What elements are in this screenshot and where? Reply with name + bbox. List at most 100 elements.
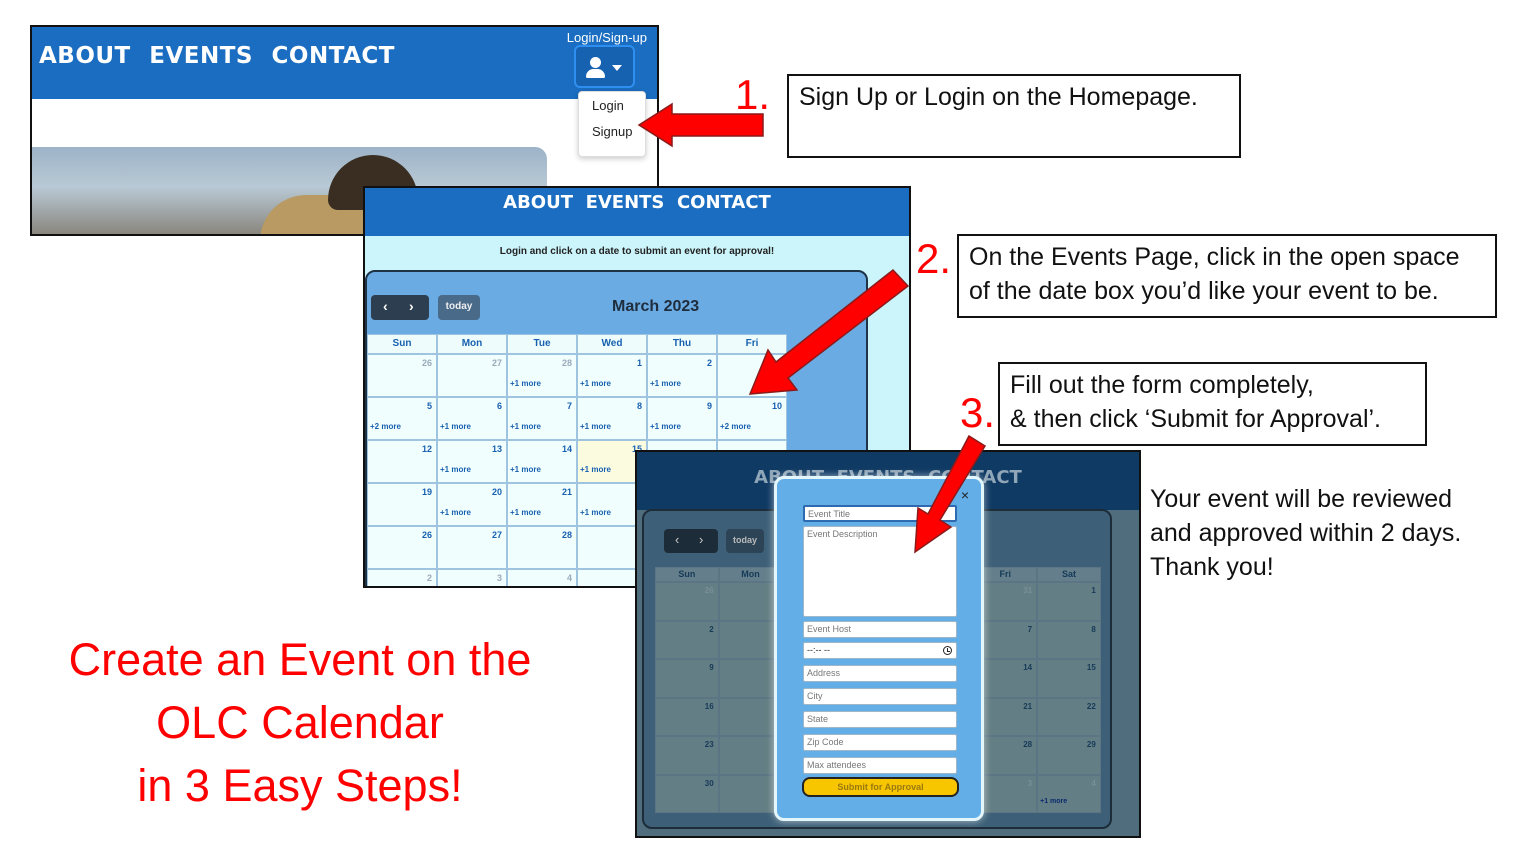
top-nav: ABOUT EVENTS CONTACT Login/Sign-up xyxy=(32,27,657,99)
more-events-link[interactable]: +1 more xyxy=(440,465,471,474)
nav-events[interactable]: EVENTS xyxy=(586,192,665,213)
date-cell[interactable]: 2 xyxy=(655,620,719,659)
more-events-link[interactable]: +1 more xyxy=(580,379,611,388)
date-cell[interactable]: 15 xyxy=(1037,659,1101,698)
date-cell[interactable] xyxy=(718,774,783,813)
date-cell[interactable]: 9 +1 more xyxy=(647,397,717,440)
date-number: 20 xyxy=(491,487,502,497)
date-cell[interactable]: 14 +1 more xyxy=(507,440,577,483)
day-header: Fri xyxy=(717,334,787,354)
more-events-link[interactable]: +2 more xyxy=(370,422,401,431)
more-events-link[interactable]: +1 more xyxy=(650,422,681,431)
next-month-icon[interactable]: › xyxy=(699,532,703,547)
date-number: 22 xyxy=(1086,701,1096,711)
step1-text: Sign Up or Login on the Homepage. xyxy=(799,83,1198,111)
date-cell[interactable]: 27 xyxy=(437,354,507,397)
date-cell[interactable] xyxy=(718,620,783,659)
clock-icon[interactable] xyxy=(943,646,952,655)
date-cell[interactable]: 27 xyxy=(437,526,507,569)
today-button[interactable]: today xyxy=(726,529,764,553)
more-events-link[interactable]: +1 more xyxy=(580,508,611,517)
more-events-link[interactable]: +2 more xyxy=(720,422,751,431)
date-cell[interactable]: 7 +1 more xyxy=(507,397,577,440)
date-cell[interactable]: 4 +1 more xyxy=(1037,774,1101,813)
date-cell[interactable]: 1 xyxy=(1037,582,1101,621)
date-cell[interactable]: 3 xyxy=(437,569,507,586)
date-cell[interactable]: 2 xyxy=(367,569,437,586)
nav-about[interactable]: ABOUT xyxy=(503,192,573,213)
nav-contact[interactable]: CONTACT xyxy=(272,43,395,69)
date-cell[interactable]: 4 xyxy=(507,569,577,586)
date-cell[interactable]: 21 +1 more xyxy=(507,483,577,526)
date-number: 26 xyxy=(704,586,714,595)
date-cell[interactable]: 2 +1 more xyxy=(647,354,717,397)
date-cell[interactable]: 20 +1 more xyxy=(437,483,507,526)
close-icon[interactable]: × xyxy=(961,487,969,503)
date-cell[interactable]: 1 +1 more xyxy=(577,354,647,397)
dropdown-login[interactable]: Login xyxy=(579,92,645,118)
date-cell[interactable] xyxy=(718,659,783,698)
date-cell[interactable]: 10 +2 more xyxy=(717,397,787,440)
date-cell[interactable]: 26 xyxy=(367,354,437,397)
event-title-input[interactable]: Event Title xyxy=(803,505,957,522)
more-events-link[interactable]: +1 more xyxy=(580,465,611,474)
event-description-input[interactable]: Event Description xyxy=(803,526,957,617)
more-events-link[interactable]: +1 more xyxy=(510,422,541,431)
dropdown-signup[interactable]: Signup xyxy=(579,118,645,144)
more-events-link[interactable]: +1 more xyxy=(650,379,681,388)
nav-events[interactable]: EVENTS xyxy=(149,43,253,69)
prev-month-icon[interactable]: ‹ xyxy=(383,298,388,314)
date-number: 16 xyxy=(704,701,714,711)
date-cell[interactable]: 26 xyxy=(367,526,437,569)
address-input[interactable]: Address xyxy=(803,665,957,682)
date-cell[interactable]: 26 xyxy=(655,582,719,621)
date-cell[interactable] xyxy=(718,736,783,775)
user-menu-button[interactable] xyxy=(574,45,635,88)
date-cell[interactable]: 8 +1 more xyxy=(577,397,647,440)
date-cell[interactable]: 23 xyxy=(655,736,719,775)
step2-text: On the Events Page, click in the open sp… xyxy=(969,243,1460,305)
date-cell[interactable]: 9 xyxy=(655,659,719,698)
date-number: 2 xyxy=(426,573,432,583)
date-cell[interactable]: 30 xyxy=(655,774,719,813)
date-cell[interactable]: 13 +1 more xyxy=(437,440,507,483)
date-cell[interactable]: 29 xyxy=(1037,736,1101,775)
date-number: 27 xyxy=(491,358,502,368)
max-attendees-input[interactable]: Max attendees xyxy=(803,757,957,774)
date-cell[interactable]: 16 xyxy=(655,697,719,736)
thanks-line3: Thank you! xyxy=(1150,553,1274,581)
more-events-link[interactable]: +1 more xyxy=(510,465,541,474)
more-events-link[interactable]: +1 more xyxy=(580,422,611,431)
date-cell[interactable]: 12 xyxy=(367,440,437,483)
more-events-link[interactable]: +1 more xyxy=(1040,798,1067,805)
date-cell[interactable] xyxy=(717,354,787,397)
date-cell[interactable]: 28 +1 more xyxy=(507,354,577,397)
date-cell[interactable]: 22 xyxy=(1037,697,1101,736)
nav-links: ABOUT EVENTS CONTACT xyxy=(39,43,405,69)
today-button[interactable]: today xyxy=(438,295,480,320)
date-cell[interactable]: 6 +1 more xyxy=(437,397,507,440)
date-cell[interactable]: 8 xyxy=(1037,620,1101,659)
date-cell[interactable]: 19 xyxy=(367,483,437,526)
more-events-link[interactable]: +1 more xyxy=(440,422,471,431)
more-events-link[interactable]: +1 more xyxy=(440,508,471,517)
city-input[interactable]: City xyxy=(803,688,957,705)
date-cell[interactable] xyxy=(718,697,783,736)
event-host-input[interactable]: Event Host xyxy=(803,621,957,638)
prev-month-icon[interactable]: ‹ xyxy=(675,532,679,547)
next-month-icon[interactable]: › xyxy=(409,298,414,314)
more-events-link[interactable]: +1 more xyxy=(510,508,541,517)
nav-about[interactable]: ABOUT xyxy=(39,43,131,69)
submit-for-approval-button[interactable]: Submit for Approval xyxy=(802,777,959,797)
date-cell[interactable]: 5 +2 more xyxy=(367,397,437,440)
date-number: 4 xyxy=(1091,778,1096,788)
date-cell[interactable] xyxy=(718,582,783,621)
date-number: 28 xyxy=(1023,740,1033,749)
zip-code-input[interactable]: Zip Code xyxy=(803,734,957,751)
state-input[interactable]: State xyxy=(803,711,957,728)
more-events-link[interactable]: +1 more xyxy=(510,379,541,388)
event-time-input[interactable]: --:-- -- xyxy=(803,642,957,659)
nav-contact[interactable]: CONTACT xyxy=(677,192,771,213)
date-number: 19 xyxy=(421,487,432,497)
date-cell[interactable]: 28 xyxy=(507,526,577,569)
